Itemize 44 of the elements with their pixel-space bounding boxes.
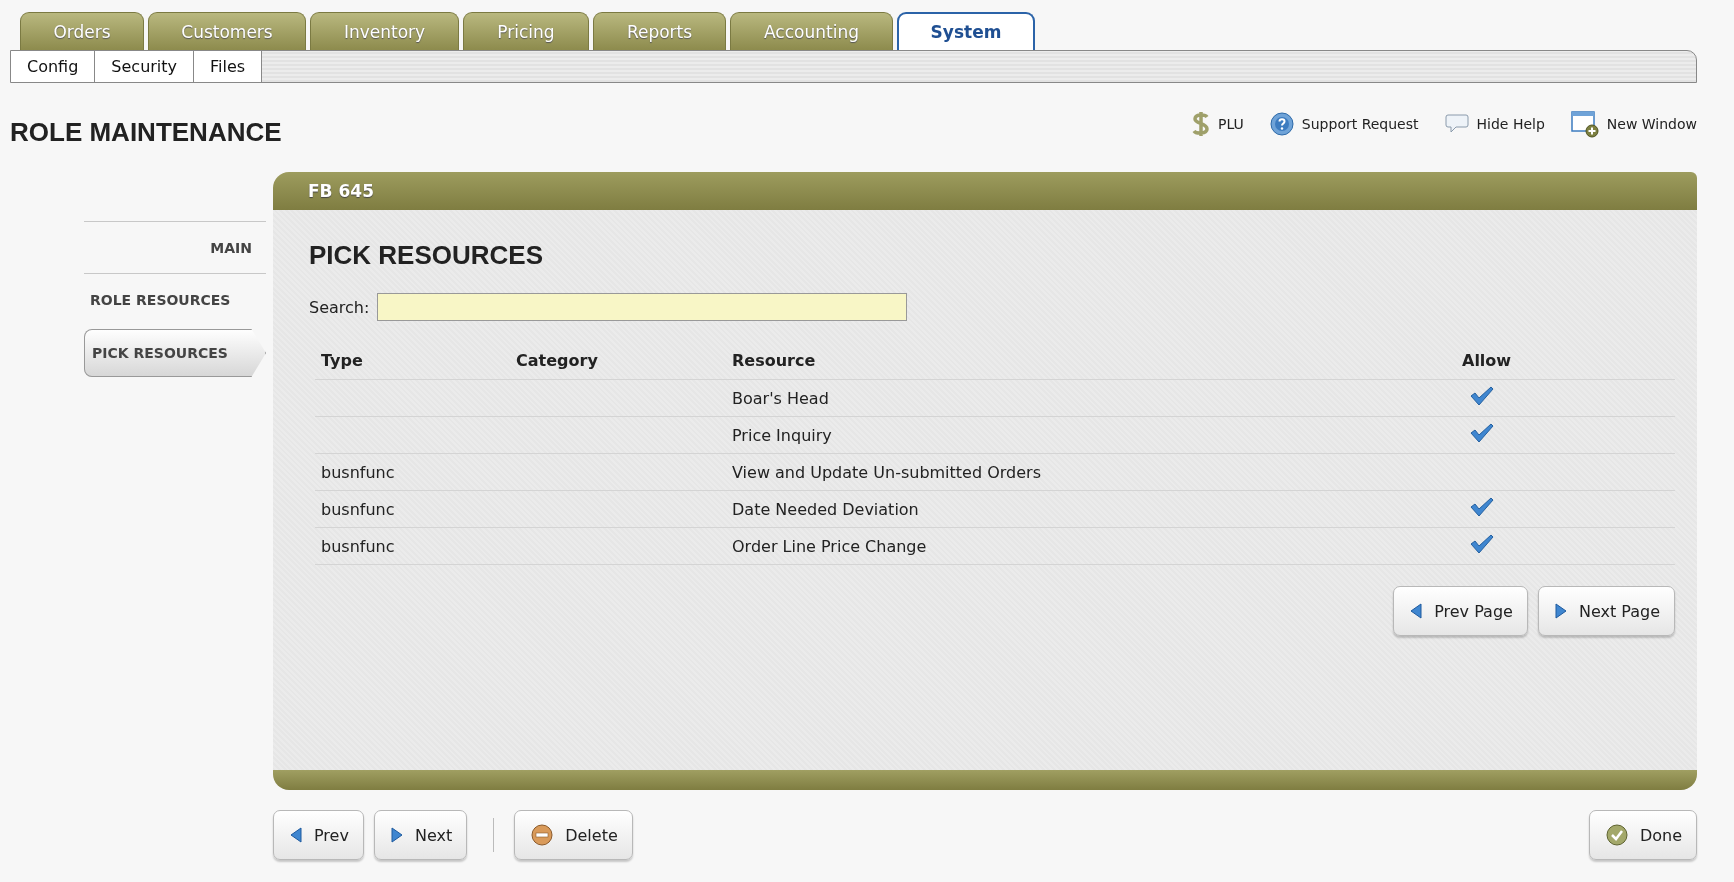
- new-window-icon: [1570, 109, 1599, 138]
- table-cell: busnfunc: [321, 499, 395, 519]
- minus-circle-icon: [531, 824, 554, 846]
- header-link[interactable]: Hide Help: [1444, 112, 1545, 135]
- column-header: Resource: [726, 341, 1456, 380]
- panel-title: FB 645: [273, 172, 1697, 210]
- table-cell: Price Inquiry: [732, 425, 832, 445]
- check-circle-icon: [1605, 824, 1628, 846]
- nav-button[interactable]: Next: [373, 810, 468, 860]
- sub-tab[interactable]: Files: [194, 51, 263, 82]
- nav-tab[interactable]: System: [897, 12, 1035, 50]
- left-triangle-icon: [1410, 603, 1423, 619]
- table-cell: busnfunc: [321, 462, 395, 482]
- column-header: Category: [510, 341, 726, 380]
- page-title: ROLE MAINTENANCE: [10, 116, 282, 148]
- header-link[interactable]: New Window: [1570, 109, 1697, 138]
- section-heading: PICK RESOURCES: [309, 240, 545, 271]
- speech-bubble-icon: [1444, 112, 1469, 135]
- pager-button[interactable]: Next Page: [1537, 586, 1675, 636]
- done-button[interactable]: Done: [1588, 810, 1697, 860]
- dollar-sign-icon: [1192, 109, 1211, 138]
- header-link[interactable]: Support Request: [1269, 111, 1419, 136]
- sidebar-item[interactable]: ROLE RESOURCES: [84, 273, 266, 325]
- search-field[interactable]: [377, 293, 908, 321]
- table-cell: Boar's Head: [732, 388, 829, 408]
- table-cell: Order Line Price Change: [732, 536, 927, 556]
- sidebar-item[interactable]: PICK RESOURCES: [84, 329, 266, 377]
- sidebar-item[interactable]: MAIN: [84, 221, 266, 273]
- column-header: Allow: [1456, 341, 1675, 380]
- table-cell: Date Needed Deviation: [732, 499, 919, 519]
- nav-button[interactable]: Prev: [273, 810, 364, 860]
- sub-tab[interactable]: Security: [95, 51, 195, 82]
- column-header: Type: [315, 341, 510, 380]
- question-circle-icon: [1269, 111, 1294, 136]
- right-triangle-icon: [390, 827, 403, 843]
- left-triangle-icon: [290, 827, 302, 843]
- right-triangle-icon: [1554, 603, 1567, 619]
- sub-tab[interactable]: Config: [11, 51, 96, 82]
- pager-button[interactable]: Prev Page: [1393, 586, 1528, 636]
- table-cell: busnfunc: [321, 536, 395, 556]
- table-cell: View and Update Un-submitted Orders: [732, 462, 1041, 482]
- header-link[interactable]: PLU: [1192, 109, 1244, 138]
- search-label: Search:: [309, 297, 370, 317]
- delete-button[interactable]: Delete: [514, 810, 633, 860]
